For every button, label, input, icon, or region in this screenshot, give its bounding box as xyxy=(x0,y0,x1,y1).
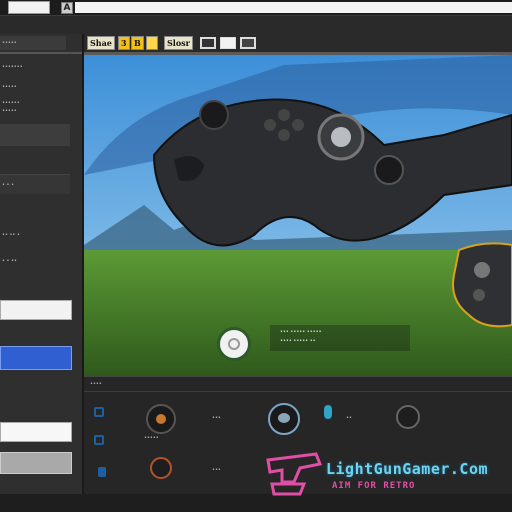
sidebar-label-h[interactable]: • • •• xyxy=(2,258,17,264)
tool-button-2[interactable]: 3 xyxy=(118,36,130,50)
row-1-icon[interactable] xyxy=(94,407,104,417)
sidebar-field-2[interactable] xyxy=(0,422,72,442)
watermark-title: LightGunGamer.Com xyxy=(326,460,489,478)
tool-button-4[interactable] xyxy=(146,36,158,50)
tool-button-3[interactable]: B xyxy=(131,36,144,50)
bottom-bar xyxy=(0,494,512,512)
tool-button-1[interactable]: Shae xyxy=(87,36,115,50)
lower-divider xyxy=(84,391,512,392)
slot-1-label: ••••• xyxy=(144,435,159,441)
sidebar-primary-button[interactable] xyxy=(0,346,72,370)
controller-slot-2-inner xyxy=(278,413,290,423)
sidebar-label-g[interactable]: •• •• • xyxy=(2,232,20,238)
sidebar-label-b[interactable]: ••••••• xyxy=(2,64,23,70)
controller-slot-4[interactable] xyxy=(150,457,172,479)
row-2-icon[interactable] xyxy=(94,435,104,445)
row-3-icon[interactable] xyxy=(98,467,106,477)
window-icon-3[interactable] xyxy=(240,37,256,49)
slot-4-label: ••• xyxy=(212,467,221,473)
window-icon-1[interactable] xyxy=(200,37,216,49)
sidebar-gray-button[interactable] xyxy=(0,452,72,474)
window-icon-2[interactable] xyxy=(220,37,236,49)
top-button[interactable]: A xyxy=(61,2,73,14)
sidebar-panel: ••••• ••••••• ••••• •••••• ••••• • • • •… xyxy=(0,34,84,494)
main-viewport: ••• ••••• ••••• •••• ••••• •• xyxy=(84,55,512,375)
tool-button-5[interactable]: Slosr xyxy=(164,36,193,50)
slot-2-label: ••• xyxy=(212,415,221,421)
sidebar-divider xyxy=(0,52,82,54)
top-bar: A xyxy=(0,0,512,16)
play-icon xyxy=(228,338,240,350)
watermark-tagline: AIM FOR RETRO xyxy=(332,481,416,491)
sidebar-section-box xyxy=(0,124,70,146)
lower-header: •••• xyxy=(90,381,102,387)
sidebar-label-f[interactable]: • • • xyxy=(2,182,14,188)
sidebar-label-c[interactable]: ••••• xyxy=(2,84,17,90)
caption-line-2: •••• ••••• •• xyxy=(280,338,316,344)
sidebar-label-a: ••••• xyxy=(2,40,17,46)
slot-3-label: •• xyxy=(346,415,352,421)
sidebar-field[interactable] xyxy=(0,300,72,320)
top-white-strip xyxy=(75,2,512,13)
controller-slot-3[interactable] xyxy=(396,405,420,429)
toggle-pill[interactable] xyxy=(324,405,332,419)
top-search-input[interactable] xyxy=(8,1,50,14)
caption-line-1: ••• ••••• ••••• xyxy=(280,329,322,335)
controller-slot-1-inner xyxy=(156,414,166,424)
sidebar-label-d[interactable]: •••••• xyxy=(2,100,20,106)
light-gun-logo-icon xyxy=(266,452,323,496)
sidebar-label-e[interactable]: ••••• xyxy=(2,108,17,114)
